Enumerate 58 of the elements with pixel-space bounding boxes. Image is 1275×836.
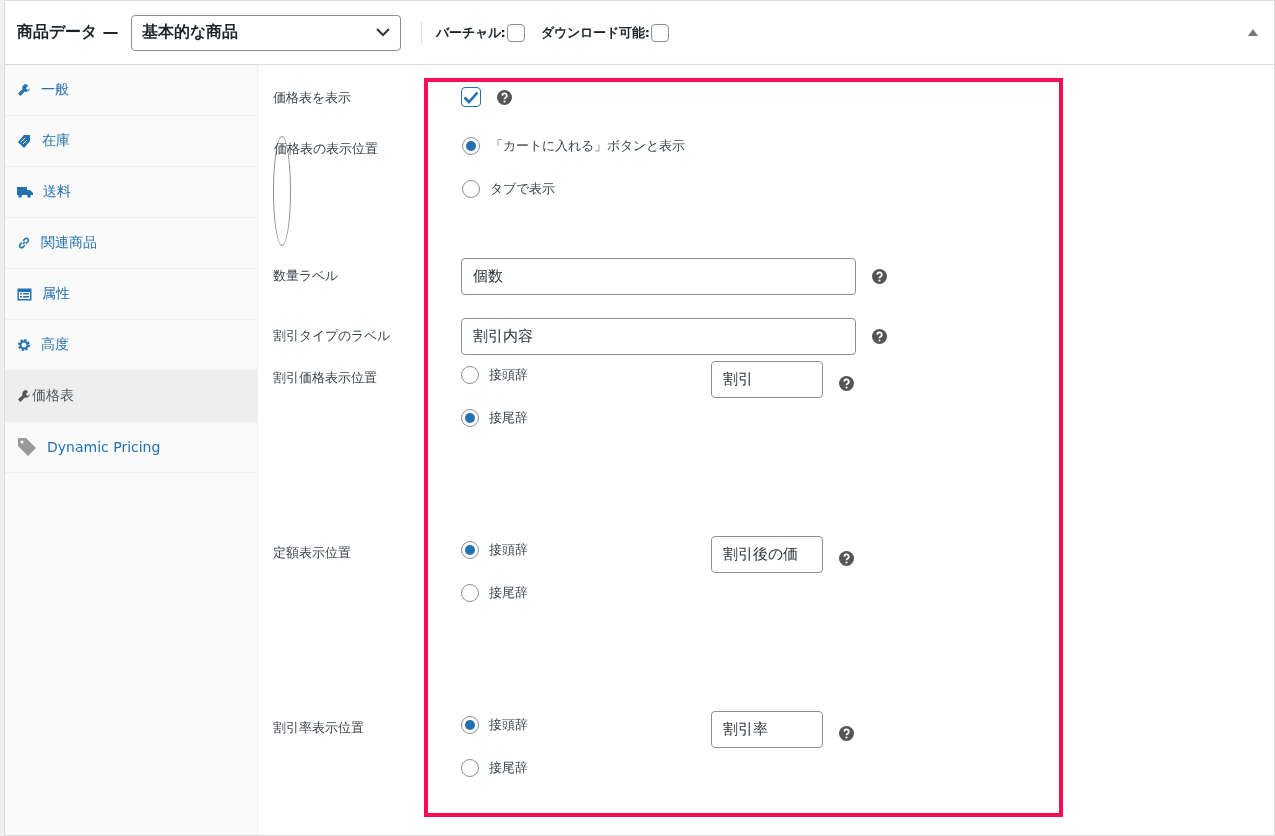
help-icon[interactable] <box>872 268 887 284</box>
sidebar-tab[interactable]: 価格表 <box>5 371 257 422</box>
radio-label: 接尾辞 <box>489 409 528 427</box>
help-icon[interactable] <box>839 726 854 741</box>
link-icon <box>17 236 31 250</box>
sidebar-tab[interactable]: 送料 <box>5 167 257 218</box>
wrench-icon <box>17 389 31 403</box>
text-field[interactable]: 割引 <box>711 361 823 398</box>
radio-label: タブで表示 <box>490 180 555 198</box>
checkbox[interactable] <box>461 87 481 107</box>
radio-label: 接頭辞 <box>489 716 528 734</box>
text-field[interactable]: 割引後の価 <box>711 536 823 573</box>
list-icon <box>17 287 32 301</box>
radio-label: 接尾辞 <box>489 584 528 602</box>
field-label: 割引価格表示位置 <box>273 369 378 387</box>
help-icon[interactable] <box>839 551 854 566</box>
radio-button[interactable] <box>461 541 479 559</box>
checkbox[interactable] <box>651 23 669 42</box>
radio-button[interactable] <box>461 409 479 427</box>
field-label: 価格表の表示位置 <box>274 140 379 158</box>
chevron-down-icon <box>375 28 390 37</box>
field-label: 価格表を表示 <box>273 89 352 107</box>
text-field[interactable]: 割引率 <box>711 711 823 748</box>
help-icon[interactable] <box>872 328 887 344</box>
sidebar-tab[interactable]: 一般 <box>5 65 257 116</box>
radio-button[interactable] <box>461 716 479 734</box>
sidebar-tab[interactable]: Dynamic Pricing <box>5 422 257 473</box>
sidebar-tab[interactable]: 関連商品 <box>5 218 257 269</box>
panel-title: 商品データ — <box>17 22 119 43</box>
radio-label: 接尾辞 <box>489 759 528 777</box>
gear-icon <box>17 338 31 352</box>
checkbox[interactable] <box>506 23 525 42</box>
radio-button[interactable] <box>462 137 480 155</box>
option-label: ダウンロード可能: <box>540 23 650 42</box>
sidebar-tab[interactable]: 在庫 <box>5 116 257 167</box>
tag-icon <box>17 437 37 457</box>
tag-icon <box>17 133 32 149</box>
field-label: 割引率表示位置 <box>273 719 365 737</box>
text-field[interactable]: 個数 <box>461 257 856 295</box>
field-label: 定額表示位置 <box>273 544 352 562</box>
product-type-select[interactable]: 基本的な商品 <box>130 14 401 51</box>
sidebar-tab[interactable]: 属性 <box>5 269 257 320</box>
radio-button[interactable] <box>461 366 479 384</box>
radio-button[interactable] <box>461 584 479 602</box>
truck-icon <box>17 186 33 198</box>
help-icon[interactable] <box>497 89 512 105</box>
radio-label: 接頭辞 <box>489 366 528 384</box>
text-field[interactable]: 割引内容 <box>461 317 856 355</box>
help-icon[interactable] <box>839 376 854 391</box>
radio-label: 接頭辞 <box>489 541 528 559</box>
option-label: バーチャル: <box>435 23 506 42</box>
radio-button[interactable] <box>462 180 480 198</box>
radio-button[interactable] <box>461 759 479 777</box>
wrench-icon <box>17 83 31 97</box>
radio-label: 「カートに入れる」ボタンと表示 <box>490 137 685 155</box>
field-label: 割引タイプのラベル <box>273 327 391 345</box>
collapse-triangle-icon[interactable] <box>1248 29 1258 36</box>
field-label: 数量ラベル <box>273 267 339 285</box>
